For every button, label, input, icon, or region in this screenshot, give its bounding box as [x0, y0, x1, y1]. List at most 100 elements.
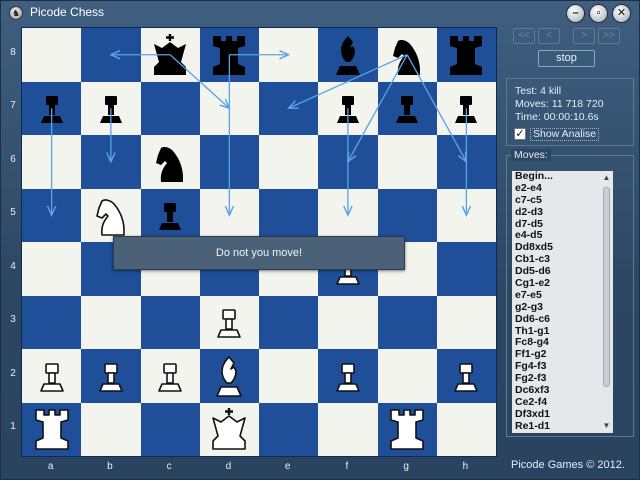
- info-panel: Test: 4 kill Moves: 11 718 720 Time: 00:…: [506, 78, 634, 146]
- rank-label: 3: [10, 314, 16, 326]
- move-list-item[interactable]: Dd6-c6: [512, 313, 600, 326]
- rank-label: 6: [10, 153, 16, 165]
- white-pawn-icon[interactable]: [318, 349, 377, 403]
- square-f5[interactable]: [318, 188, 378, 242]
- square-b6[interactable]: [81, 135, 141, 189]
- stop-button[interactable]: stop: [538, 50, 595, 67]
- black-rook-icon[interactable]: [200, 28, 259, 82]
- square-h3[interactable]: [436, 295, 496, 349]
- white-rook-icon[interactable]: [22, 403, 81, 457]
- black-pawn-icon[interactable]: [437, 82, 496, 136]
- rank-label: 7: [10, 100, 16, 112]
- square-f1[interactable]: [318, 402, 378, 456]
- square-e8[interactable]: [259, 28, 319, 82]
- maximize-button[interactable]: ▫: [589, 4, 608, 23]
- show-analise-label[interactable]: Show Analise: [530, 128, 600, 141]
- square-e3[interactable]: [259, 295, 319, 349]
- notification-toast: Do not you move!: [113, 236, 405, 270]
- white-pawn-icon[interactable]: [200, 296, 259, 350]
- first-move-button[interactable]: <<: [513, 28, 535, 44]
- test-status: Test: 4 kill: [515, 85, 562, 97]
- square-d7[interactable]: [199, 81, 259, 135]
- file-label: g: [403, 461, 409, 472]
- file-label: a: [47, 461, 54, 472]
- black-knight-icon[interactable]: [378, 28, 437, 82]
- rank-label: 8: [10, 46, 16, 58]
- black-pawn-icon[interactable]: [141, 189, 200, 243]
- square-g3[interactable]: [377, 295, 437, 349]
- black-pawn-icon[interactable]: [22, 82, 81, 136]
- file-label: f: [345, 461, 349, 472]
- moves-scrollbar[interactable]: ▲ ▼: [600, 171, 613, 433]
- white-knight-icon[interactable]: [81, 189, 140, 243]
- move-list-item[interactable]: Df3xd1: [512, 408, 600, 421]
- show-analise-checkbox[interactable]: ✓: [514, 128, 526, 140]
- square-b1[interactable]: [81, 402, 141, 456]
- square-e6[interactable]: [259, 135, 319, 189]
- square-g2[interactable]: [377, 349, 437, 403]
- square-c1[interactable]: [140, 402, 200, 456]
- square-e5[interactable]: [259, 188, 319, 242]
- square-a8[interactable]: [22, 28, 82, 82]
- square-h6[interactable]: [436, 135, 496, 189]
- moves-title: Moves:: [511, 149, 551, 161]
- move-list-item[interactable]: d2-d3: [512, 206, 600, 219]
- title-bar: ♞ Picode Chess – ▫ ✕: [1, 1, 640, 25]
- moves-list[interactable]: Begin... e2-e4 c7-c5 d2-d3 d7-d5 e4-d5 Dd8xd5 C…: [512, 171, 600, 433]
- white-rook-icon[interactable]: [378, 403, 437, 457]
- white-pawn-icon[interactable]: [81, 349, 140, 403]
- next-move-button[interactable]: >: [573, 28, 595, 44]
- file-label: e: [284, 461, 291, 472]
- white-bishop-icon[interactable]: [200, 349, 259, 403]
- square-h4[interactable]: [436, 242, 496, 296]
- move-list-item[interactable]: g2-g3: [512, 301, 600, 314]
- white-pawn-icon[interactable]: [437, 349, 496, 403]
- square-g5[interactable]: [377, 188, 437, 242]
- rank-label: 5: [10, 207, 16, 219]
- move-list-item[interactable]: c7-c5: [512, 194, 600, 207]
- white-pawn-icon[interactable]: [22, 349, 81, 403]
- moves-count: Moves: 11 718 720: [515, 98, 604, 110]
- square-a4[interactable]: [22, 242, 82, 296]
- black-knight-icon[interactable]: [141, 135, 200, 189]
- scroll-up-icon[interactable]: ▲: [600, 173, 613, 183]
- black-pawn-icon[interactable]: [378, 82, 437, 136]
- minimize-button[interactable]: –: [566, 4, 585, 23]
- square-b8[interactable]: [81, 28, 141, 82]
- scroll-down-icon[interactable]: ▼: [600, 421, 613, 431]
- square-e1[interactable]: [259, 402, 319, 456]
- previous-move-button[interactable]: <: [538, 28, 560, 44]
- square-a3[interactable]: [22, 295, 82, 349]
- scroll-thumb[interactable]: [603, 187, 610, 387]
- square-c3[interactable]: [140, 295, 200, 349]
- rank-label: 4: [10, 260, 16, 272]
- white-king-icon[interactable]: [200, 403, 259, 457]
- black-bishop-icon[interactable]: [318, 28, 377, 82]
- elapsed-time: Time: 00:00:10.6s: [515, 111, 599, 123]
- square-a5[interactable]: [22, 188, 82, 242]
- black-king-icon[interactable]: [141, 28, 200, 82]
- square-h1[interactable]: [436, 402, 496, 456]
- white-pawn-icon[interactable]: [141, 349, 200, 403]
- square-h5[interactable]: [436, 188, 496, 242]
- close-button[interactable]: ✕: [612, 4, 631, 23]
- move-list-item[interactable]: e7-e5: [512, 289, 600, 302]
- move-list-item[interactable]: e2-e4: [512, 182, 600, 195]
- last-move-button[interactable]: >>: [598, 28, 620, 44]
- square-d5[interactable]: [199, 188, 259, 242]
- black-pawn-icon[interactable]: [81, 82, 140, 136]
- app-window: ♞ Picode Chess – ▫ ✕ 87654321 abcdefgh D…: [0, 0, 640, 480]
- square-e7[interactable]: [259, 81, 319, 135]
- square-a6[interactable]: [22, 135, 82, 189]
- square-b3[interactable]: [81, 295, 141, 349]
- square-g6[interactable]: [377, 135, 437, 189]
- square-f6[interactable]: [318, 135, 378, 189]
- move-list-item[interactable]: Re1-d1: [512, 420, 600, 433]
- black-pawn-icon[interactable]: [318, 82, 377, 136]
- square-c7[interactable]: [140, 81, 200, 135]
- black-rook-icon[interactable]: [437, 28, 496, 82]
- square-e2[interactable]: [259, 349, 319, 403]
- square-f3[interactable]: [318, 295, 378, 349]
- square-d6[interactable]: [199, 135, 259, 189]
- file-label: h: [462, 461, 469, 472]
